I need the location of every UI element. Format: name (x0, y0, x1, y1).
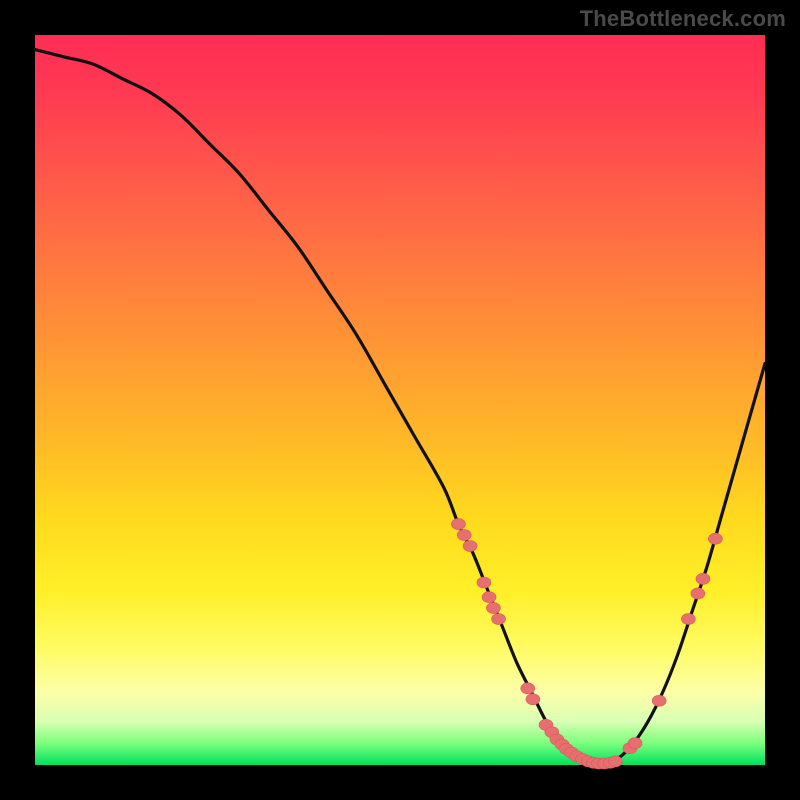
data-point (457, 530, 471, 541)
data-point (526, 694, 540, 705)
data-point (463, 541, 477, 552)
data-point (521, 683, 535, 694)
data-point (451, 519, 465, 530)
data-point (492, 614, 506, 625)
data-point (477, 577, 491, 588)
data-point (482, 592, 496, 603)
data-point (608, 756, 622, 767)
data-point (691, 588, 705, 599)
data-point (708, 533, 722, 544)
data-point (696, 573, 710, 584)
bottleneck-curve (35, 50, 765, 766)
data-point (628, 738, 642, 749)
data-point (486, 603, 500, 614)
watermark-label: TheBottleneck.com (580, 6, 786, 32)
data-point (652, 695, 666, 706)
data-point (681, 614, 695, 625)
chart-frame: TheBottleneck.com (0, 0, 800, 800)
plot-area (35, 35, 765, 765)
chart-svg (35, 35, 765, 765)
